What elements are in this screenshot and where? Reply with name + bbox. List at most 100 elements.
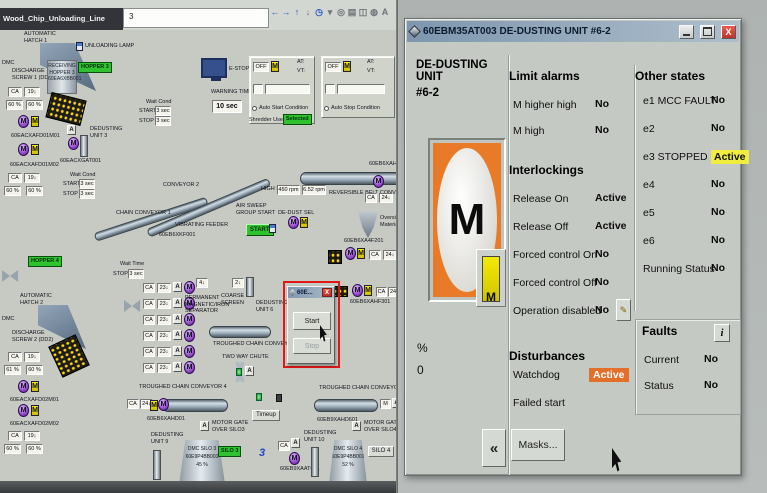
- manual-m-icon[interactable]: M: [300, 217, 308, 228]
- motor-icon[interactable]: M: [184, 329, 195, 342]
- equipment-label: CHAIN CONVEYOR 1: [116, 210, 171, 217]
- motor-icon[interactable]: M: [18, 380, 29, 393]
- auto-indicator[interactable]: A: [173, 282, 182, 292]
- radio-button[interactable]: [252, 106, 257, 111]
- equipment-label: 60EB6XKF001: [159, 232, 195, 239]
- equipment-label: STOP: [139, 118, 154, 125]
- motor-icon[interactable]: M: [68, 137, 79, 150]
- up-icon[interactable]: ↑: [292, 7, 302, 17]
- value-box: 60 %: [4, 444, 21, 454]
- status-row: Release OffActive: [509, 221, 635, 249]
- input-field: [265, 84, 310, 94]
- row-value: Active: [711, 150, 749, 164]
- equipment-label: AUTOMATIC HATCH 2: [20, 293, 52, 306]
- silo: DMC SILO 4 60E9P4BB001 52 %: [329, 440, 367, 484]
- status-row: Forced control OnNo: [509, 249, 635, 277]
- motor-icon[interactable]: M: [18, 404, 29, 417]
- manual-m-icon[interactable]: M: [364, 285, 372, 296]
- address-field[interactable]: 3: [123, 8, 269, 28]
- pencil-icon: ✎: [620, 305, 628, 315]
- auto-indicator[interactable]: A: [245, 366, 254, 376]
- auto-indicator[interactable]: A: [173, 314, 182, 324]
- archive-icon[interactable]: ◍: [369, 7, 379, 18]
- start-button[interactable]: Start: [293, 312, 331, 330]
- timeup-button[interactable]: Timeup: [252, 410, 280, 421]
- motor-icon[interactable]: M: [158, 398, 169, 411]
- down-icon[interactable]: ↓: [303, 7, 313, 17]
- value-box: 19↓: [24, 431, 40, 441]
- auto-indicator[interactable]: A: [173, 362, 182, 372]
- motor-icon[interactable]: M: [184, 345, 195, 358]
- value-box: CA: [143, 299, 155, 309]
- masks-button[interactable]: Masks...: [511, 429, 565, 461]
- manual-m-icon[interactable]: M: [271, 61, 279, 72]
- motor-icon[interactable]: M: [288, 216, 299, 229]
- equipment-label: AUTOMATIC HATCH 1: [24, 31, 56, 44]
- collapse-button[interactable]: «: [482, 429, 506, 467]
- motor-icon[interactable]: M: [184, 281, 195, 294]
- manual-m-icon[interactable]: M: [343, 61, 351, 72]
- silo4-button[interactable]: SILO 4: [368, 446, 394, 457]
- equipment-label: Shredder Use: [249, 117, 283, 124]
- auto-indicator[interactable]: A: [173, 330, 182, 340]
- motor-icon[interactable]: M: [18, 143, 29, 156]
- dropdown-icon[interactable]: ▾: [325, 7, 335, 18]
- manual-m-icon[interactable]: M: [357, 248, 365, 259]
- auto-indicator[interactable]: A: [173, 346, 182, 356]
- info-button[interactable]: i: [714, 324, 730, 342]
- device-name: DE-DUSTING UNIT: [416, 59, 508, 83]
- back-icon[interactable]: ←: [270, 7, 280, 17]
- motor-icon[interactable]: M: [373, 175, 384, 188]
- status-row: e3 STOPPEDActive: [635, 151, 741, 179]
- lamp-icon: [269, 224, 276, 233]
- list-icon[interactable]: ▤: [347, 7, 357, 18]
- popup-title: 60E...: [297, 290, 320, 296]
- auto-indicator[interactable]: A: [173, 298, 182, 308]
- value-box: CA: [8, 431, 22, 441]
- manual-mode-badge[interactable]: M: [476, 249, 506, 307]
- motor-icon[interactable]: M: [184, 313, 195, 326]
- window-icon[interactable]: ◫: [358, 7, 368, 18]
- oversize-chute-icon: [358, 212, 378, 238]
- status-row: Release OnActive: [509, 193, 635, 221]
- popup-titlebar[interactable]: 60E... X: [288, 287, 334, 298]
- e-stop-icon[interactable]: [201, 58, 227, 78]
- value-box: 23↓: [157, 299, 171, 309]
- scada-overview-screen: Wood_Chip_Unloading_Line 3 ←→↑↓◷▾◎▤◫◍A A…: [0, 0, 398, 481]
- motor-icon[interactable]: M: [289, 452, 300, 465]
- restore-button[interactable]: [700, 25, 715, 39]
- selected-button[interactable]: Selected: [283, 114, 312, 125]
- manual-m-icon[interactable]: M: [31, 116, 39, 127]
- edit-button[interactable]: ✎: [616, 299, 631, 321]
- manual-m-icon[interactable]: M: [150, 400, 158, 411]
- dialog-titlebar[interactable]: 60EBM35AT003 DE-DUSTING UNIT #6-2 X: [407, 21, 739, 42]
- motor-icon[interactable]: M: [345, 247, 356, 260]
- status-row: WatchdogActive: [509, 369, 635, 397]
- manual-m-icon: M: [482, 256, 500, 302]
- motor-icon[interactable]: M: [184, 361, 195, 374]
- auto-indicator[interactable]: A: [200, 421, 209, 431]
- manual-m-icon[interactable]: M: [31, 381, 39, 392]
- manual-m-icon[interactable]: M: [31, 144, 39, 155]
- forward-icon[interactable]: →: [281, 7, 291, 17]
- record-icon[interactable]: ◎: [336, 7, 346, 18]
- manual-m-icon[interactable]: M: [31, 405, 39, 416]
- motor-icon[interactable]: M: [18, 115, 29, 128]
- auto-indicator[interactable]: A: [291, 438, 300, 448]
- radio-button[interactable]: [324, 106, 329, 111]
- clock-icon[interactable]: ◷: [314, 7, 324, 18]
- auto-indicator[interactable]: A: [352, 421, 361, 431]
- equipment-label: AIR SWEEP GROUP START DE-DUST SEL: [236, 203, 314, 216]
- font-icon[interactable]: A: [380, 7, 390, 17]
- value-box: CA: [127, 399, 139, 409]
- motor-icon[interactable]: M: [352, 284, 363, 297]
- row-label: e2: [643, 123, 655, 135]
- auto-indicator[interactable]: A: [67, 125, 76, 135]
- equipment-label: 60EACXGAT001: [60, 158, 101, 165]
- close-button[interactable]: X: [721, 25, 736, 39]
- status-row: e6No: [635, 235, 741, 263]
- minimize-button[interactable]: [679, 25, 694, 39]
- popup-close-icon[interactable]: X: [322, 288, 332, 297]
- status-row: M higher highNo: [509, 99, 635, 125]
- value-box: CA: [143, 347, 155, 357]
